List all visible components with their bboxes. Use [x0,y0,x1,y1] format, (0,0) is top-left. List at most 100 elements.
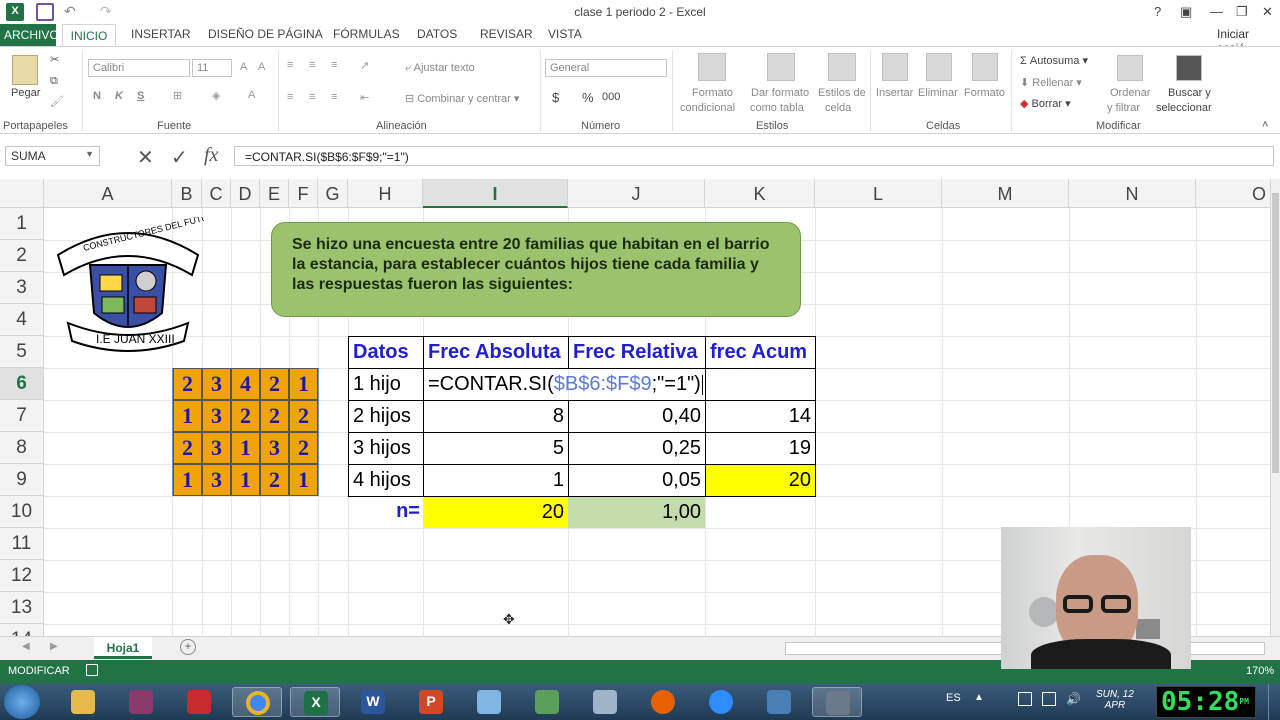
ribbon-display-icon[interactable]: ▣ [1180,4,1192,20]
zoom-icon[interactable] [696,687,746,717]
data-cell[interactable]: 1 [173,400,202,432]
data-cell[interactable]: 2 [289,400,318,432]
data-cell[interactable]: 1 [231,432,260,464]
people-app-icon[interactable] [754,687,804,717]
row-header-10[interactable]: 10 [0,496,44,528]
align-left-icon[interactable]: ≡ [287,91,293,103]
indent-icon[interactable]: ⇤ [360,91,369,104]
data-cell[interactable]: 2 [260,368,289,400]
table-cell-datos[interactable]: 1 hijo [348,368,424,401]
orientation-icon[interactable]: ↗ [360,59,369,72]
shrink-font-icon[interactable]: A [258,61,265,73]
format-table-icon[interactable] [767,53,795,81]
cell-styles-icon[interactable] [828,53,856,81]
sheet-tab-hoja1[interactable]: Hoja1 [94,637,152,659]
firefox-icon[interactable] [638,687,688,717]
underline-button[interactable]: S [137,90,144,102]
zoom-level[interactable]: 170% [1246,665,1274,677]
table-cell-rel[interactable]: 0,25 [568,432,706,465]
clock-display[interactable]: 05:28PM [1156,686,1256,718]
col-header-e[interactable]: E [260,179,289,208]
tray-network-icon[interactable] [1042,692,1056,706]
data-cell[interactable]: 2 [260,400,289,432]
word-icon[interactable]: W [348,687,398,717]
fill-color-icon[interactable]: ◈ [212,89,220,102]
align-bottom-icon[interactable]: ≡ [331,59,337,71]
font-name-select[interactable]: Calibri [88,59,190,77]
conditional-format-button[interactable]: Formato [692,87,733,99]
wrap-text-button[interactable]: ⤶ Ajustar texto [405,62,475,75]
table-cell-rel[interactable]: 0,40 [568,400,706,433]
powerpoint-icon[interactable]: P [406,687,456,717]
row-header-14[interactable]: 14 [0,624,44,636]
active-cell-editor[interactable]: =CONTAR.SI($B$6:$F$9;"=1") [423,368,703,401]
copy-icon[interactable]: ⧉ [50,75,58,88]
format-cells-icon[interactable] [972,53,998,81]
italic-button[interactable]: K [115,90,123,102]
font-color-icon[interactable]: A [248,89,255,101]
col-header-l[interactable]: L [815,179,942,208]
col-header-c[interactable]: C [202,179,231,208]
file-explorer-icon[interactable] [58,687,108,717]
col-header-h[interactable]: H [348,179,423,208]
table-cell-datos[interactable]: 3 hijos [348,432,424,465]
data-cell[interactable]: 3 [202,432,231,464]
format-table-button[interactable]: Dar formato [751,87,809,99]
conditional-format-icon[interactable] [698,53,726,81]
col-header-a[interactable]: A [44,179,172,208]
vertical-scroll-thumb[interactable] [1272,193,1279,473]
cut-icon[interactable]: ✂ [50,53,59,66]
find-select-button[interactable]: Buscar y [1168,87,1211,99]
delete-cells-button[interactable]: Eliminar [918,87,958,99]
font-size-select[interactable]: 11 [192,59,232,77]
tab-revisar[interactable]: REVISAR [480,27,533,41]
vertical-scrollbar[interactable] [1270,179,1280,636]
format-painter-icon[interactable]: 🖌 [50,95,64,108]
fill-button[interactable]: ⬇ Rellenar ▾ [1020,76,1082,89]
table-cell-acum[interactable]: 14 [705,400,816,433]
row-header-5[interactable]: 5 [0,336,44,368]
currency-button[interactable]: $ [552,90,559,105]
sort-filter-button[interactable]: Ordenar [1110,87,1150,99]
winrar-icon[interactable] [116,687,166,717]
table-cell-acum[interactable] [705,368,816,401]
tab-formulas[interactable]: FÓRMULAS [333,27,400,41]
borders-icon[interactable]: ⊞ [173,89,182,102]
col-header-g[interactable]: G [318,179,348,208]
data-cell[interactable]: 3 [202,368,231,400]
data-cell[interactable]: 3 [202,464,231,496]
language-indicator[interactable]: ES [946,692,961,704]
table-cell-rel[interactable]: 0,05 [568,464,706,497]
col-header-j[interactable]: J [568,179,705,208]
row-header-11[interactable]: 11 [0,528,44,560]
collapse-ribbon-icon[interactable]: ˄ [1262,119,1268,131]
row-header-1[interactable]: 1 [0,208,44,240]
data-cell[interactable]: 1 [173,464,202,496]
format-cells-button[interactable]: Formato [964,87,1005,99]
tab-insertar[interactable]: INSERTAR [131,27,191,41]
paint-icon[interactable] [464,687,514,717]
align-top-icon[interactable]: ≡ [287,59,293,71]
table-cell-abs[interactable]: 1 [423,464,569,497]
folder-app-icon[interactable] [580,687,630,717]
col-header-f[interactable]: F [289,179,318,208]
number-format-select[interactable]: General [545,59,667,77]
col-header-o[interactable]: O [1196,179,1270,208]
row-header-8[interactable]: 8 [0,432,44,464]
align-middle-icon[interactable]: ≡ [309,59,315,71]
cancel-icon[interactable]: ✕ [137,145,154,170]
network-app-icon[interactable] [522,687,572,717]
row-header-9[interactable]: 9 [0,464,44,496]
video-app-icon[interactable] [812,687,862,717]
row-header-4[interactable]: 4 [0,304,44,336]
total-abs[interactable]: 20 [423,497,568,528]
align-center-icon[interactable]: ≡ [309,91,315,103]
table-header-frec-relativa[interactable]: Frec Relativa [568,336,706,369]
col-header-d[interactable]: D [231,179,260,208]
name-box[interactable]: SUMA ▼ [5,146,100,166]
row-header-13[interactable]: 13 [0,592,44,624]
data-cell[interactable]: 1 [289,368,318,400]
sort-filter-icon[interactable] [1117,55,1143,81]
total-rel[interactable]: 1,00 [568,497,705,528]
start-button-icon[interactable] [4,685,40,719]
